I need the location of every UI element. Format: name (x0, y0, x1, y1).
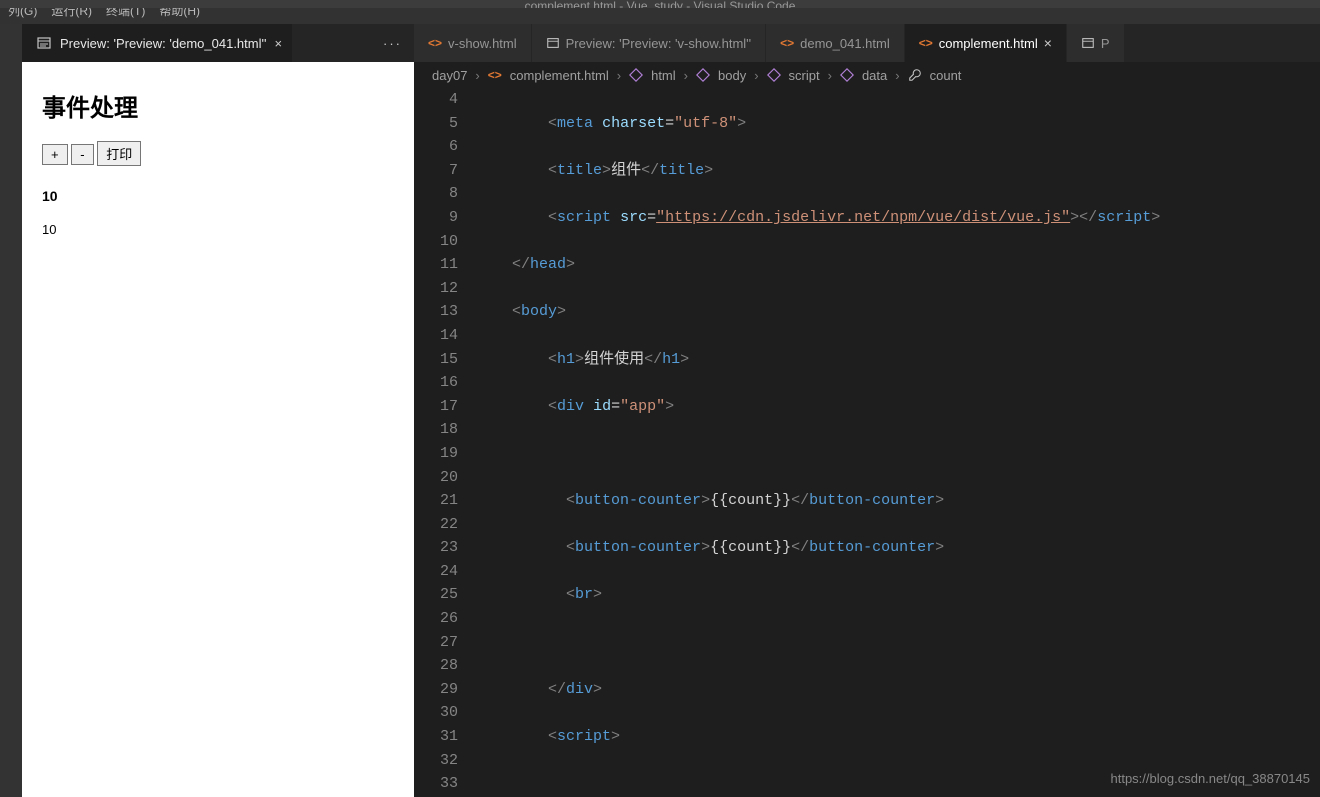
preview-icon (1081, 36, 1095, 50)
preview-icon (36, 35, 52, 51)
code-content[interactable]: <meta charset="utf-8"> <title>组件</title>… (476, 88, 1320, 797)
window-title: complement.html - Vue_study - Visual Stu… (0, 0, 1320, 8)
breadcrumbs[interactable]: day07 › <> complement.html › html › body… (414, 62, 1320, 88)
crumb-file[interactable]: complement.html (510, 68, 609, 83)
crumb-data[interactable]: data (862, 68, 887, 83)
chevron-right-icon: › (891, 68, 903, 83)
html-file-icon: <> (780, 36, 794, 50)
wrench-icon (908, 68, 922, 82)
crumb-script[interactable]: script (789, 68, 820, 83)
symbol-icon (629, 68, 643, 82)
menu-help[interactable]: 帮助(H) (159, 8, 200, 19)
preview-heading: 事件处理 (42, 88, 394, 123)
close-icon[interactable]: × (1044, 35, 1052, 51)
tab-label: v-show.html (448, 36, 517, 51)
preview-value: 10 (42, 222, 394, 237)
side-panel: Preview: 'Preview: 'demo_041.html'' × ··… (22, 24, 414, 797)
tab-overflow[interactable]: P (1067, 24, 1125, 62)
preview-tab[interactable]: Preview: 'Preview: 'demo_041.html'' × (22, 24, 292, 62)
activity-bar[interactable] (0, 24, 22, 797)
editor-tabs: <> v-show.html Preview: 'Preview: 'v-sho… (414, 24, 1320, 62)
line-numbers: 4 5 6 7 8 9 10 11 12 13 14 15 16 17 18 1… (414, 88, 476, 797)
print-button[interactable]: 打印 (97, 141, 141, 166)
crumb-html[interactable]: html (651, 68, 676, 83)
menu-run[interactable]: 运行(R) (51, 8, 92, 19)
minus-button[interactable]: - (71, 144, 93, 165)
crumb-body[interactable]: body (718, 68, 746, 83)
tab-label: Preview: 'Preview: 'v-show.html'' (566, 36, 751, 51)
side-tab-more[interactable]: ··· (383, 36, 414, 51)
tab-label: demo_041.html (800, 36, 890, 51)
editor: <> v-show.html Preview: 'Preview: 'v-sho… (414, 24, 1320, 797)
menu-go[interactable]: 列(G) (8, 8, 37, 19)
preview-value-bold: 10 (42, 188, 394, 204)
tab-demo041[interactable]: <> demo_041.html (766, 24, 905, 62)
menu-terminal[interactable]: 终端(T) (106, 8, 145, 19)
close-icon[interactable]: × (274, 36, 282, 51)
plus-button[interactable]: + (42, 144, 68, 165)
tab-label: P (1101, 36, 1110, 51)
chevron-right-icon: › (680, 68, 692, 83)
chevron-right-icon: › (613, 68, 625, 83)
symbol-icon (696, 68, 710, 82)
watermark: https://blog.csdn.net/qq_38870145 (1111, 767, 1311, 791)
chevron-right-icon: › (750, 68, 762, 83)
tab-preview-vshow[interactable]: Preview: 'Preview: 'v-show.html'' (532, 24, 766, 62)
menu-bar: 列(G) 运行(R) 终端(T) 帮助(H) (0, 8, 1320, 24)
tab-vshow[interactable]: <> v-show.html (414, 24, 532, 62)
preview-content: 事件处理 + - 打印 10 10 (22, 62, 414, 797)
preview-tab-label: Preview: 'Preview: 'demo_041.html'' (60, 36, 266, 51)
symbol-icon (840, 68, 854, 82)
html-file-icon: <> (428, 36, 442, 50)
tab-label: complement.html (939, 36, 1038, 51)
symbol-icon (767, 68, 781, 82)
html-file-icon: <> (488, 68, 502, 82)
preview-icon (546, 36, 560, 50)
chevron-right-icon: › (824, 68, 836, 83)
tab-complement[interactable]: <> complement.html × (905, 24, 1067, 62)
crumb-folder[interactable]: day07 (432, 68, 467, 83)
crumb-count[interactable]: count (930, 68, 962, 83)
chevron-right-icon: › (471, 68, 483, 83)
html-file-icon: <> (919, 36, 933, 50)
